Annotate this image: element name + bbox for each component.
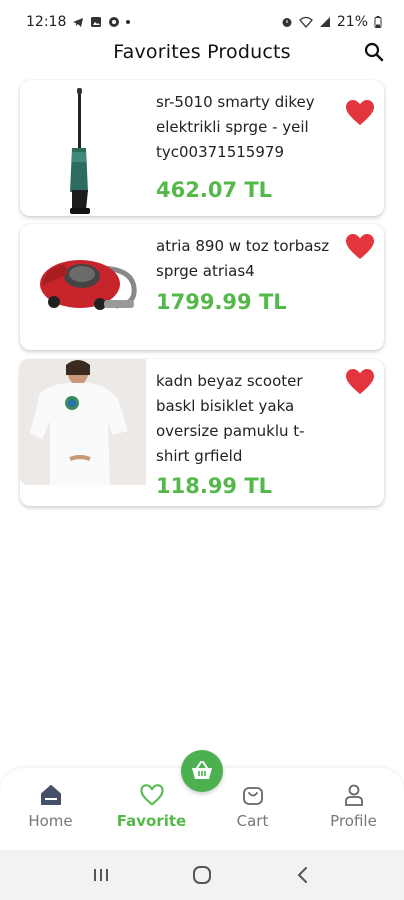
product-card[interactable]: atria 890 w toz torbasz sprge atrias4 17… [20,224,384,350]
basket-icon [192,761,212,779]
wifi-icon [298,16,313,28]
home-icon [40,785,61,805]
search-button[interactable] [362,40,386,64]
alarm-icon [282,18,292,27]
product-info: kadn beyaz scooter baskl bisiklet yaka o… [146,359,384,506]
nav-label-home: Home [28,812,73,830]
product-card[interactable]: kadn beyaz scooter baskl bisiklet yaka o… [20,359,384,506]
favorite-toggle-button[interactable] [346,369,374,395]
back-button[interactable] [288,860,318,890]
battery-icon [374,16,382,28]
heart-filled-icon [346,234,374,259]
heart-filled-icon [346,100,374,125]
product-name: kadn beyaz scooter baskl bisiklet yaka o… [156,372,305,465]
product-image [20,359,146,485]
back-chevron-icon [297,867,308,883]
product-image [20,80,146,216]
nav-label-profile: Profile [330,812,377,830]
product-info: atria 890 w toz torbasz sprge atrias4 17… [146,224,384,350]
more-notifications-dot [126,20,131,24]
recent-apps-icon [93,869,108,881]
product-image [20,224,146,350]
signal-icon [319,17,330,27]
heart-outline-icon [139,784,164,806]
app-header: Favorites Products [0,34,404,70]
product-price: 462.07 TL [156,178,273,202]
status-time: 12:18 [26,14,67,30]
nav-item-cart[interactable]: Cart [208,784,298,830]
app-notification-icon [109,17,120,27]
heart-filled-icon [346,369,374,394]
home-circle-icon [192,866,211,884]
nav-item-favorite[interactable]: Favorite [107,784,197,830]
product-name: atria 890 w toz torbasz sprge atrias4 [156,237,330,280]
product-price: 118.99 TL [156,474,273,498]
nav-item-profile[interactable]: Profile [309,784,399,830]
telegram-icon [73,18,84,27]
basket-fab-button[interactable] [181,750,223,792]
person-icon [344,784,363,806]
nav-item-home[interactable]: Home [6,784,96,830]
favorite-toggle-button[interactable] [346,234,374,260]
home-system-button[interactable] [187,860,217,890]
product-card[interactable]: sr-5010 smarty dikey elektrikli sprge - … [20,80,384,216]
gallery-icon [91,17,102,27]
page-title: Favorites Products [113,41,291,63]
nav-label-cart: Cart [236,812,269,830]
system-navigation-bar [0,850,404,900]
product-price: 1799.99 TL [156,290,287,314]
search-icon [364,42,384,62]
product-info: sr-5010 smarty dikey elektrikli sprge - … [146,80,384,216]
battery-percent: 21% [336,14,368,30]
stick-vacuum-image [70,88,90,214]
white-tshirt-image [20,359,146,485]
canister-vacuum-image [40,260,137,310]
cart-icon [242,787,263,805]
nav-label-favorite: Favorite [116,812,187,830]
recent-apps-button[interactable] [86,860,116,890]
favorite-toggle-button[interactable] [346,100,374,126]
product-name: sr-5010 smarty dikey elektrikli sprge - … [156,93,315,161]
